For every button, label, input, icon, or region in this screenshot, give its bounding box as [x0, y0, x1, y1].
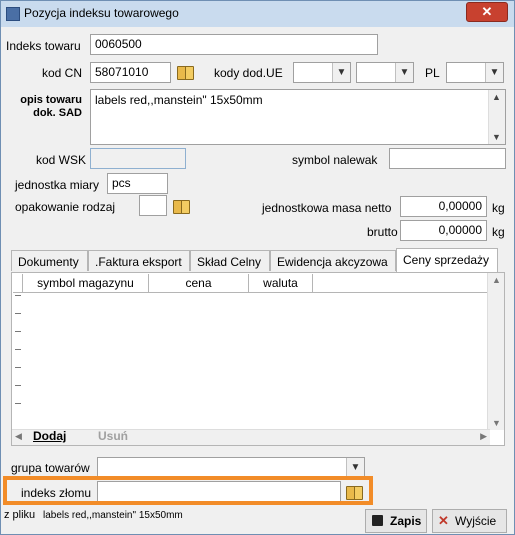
chevron-down-icon[interactable]: ▼ [346, 458, 364, 477]
grupa-towarow-select[interactable]: ▼ [97, 457, 365, 478]
opakowanie-rodzaj-input[interactable] [139, 195, 167, 216]
tab-panel-ceny-sprzedazy: symbol magazynu cena waluta ▲ ▼ ◀ ▶ [11, 272, 505, 446]
chevron-down-icon[interactable]: ▼ [395, 63, 413, 82]
usun-button[interactable]: Usuń [98, 429, 128, 443]
jednostka-miary-label: jednostka miary [15, 178, 100, 192]
chevron-down-icon[interactable]: ▼ [332, 63, 350, 82]
dialog-window: Pozycja indeksu towarowego ✕ Indeks towa… [0, 0, 515, 535]
kody-dod-ue-label: kody dod.UE [214, 66, 283, 80]
textarea-scrollbar[interactable]: ▲ ▼ [488, 90, 505, 144]
prices-grid[interactable]: symbol magazynu cena waluta [13, 274, 490, 429]
row-marker [15, 385, 21, 386]
scroll-up-icon[interactable]: ▲ [492, 92, 501, 102]
pl-select[interactable]: ▼ [446, 62, 504, 83]
tab-strip: Dokumenty .Faktura eksport Skład Celny E… [11, 248, 501, 273]
jednostka-miary-input[interactable]: pcs [107, 173, 168, 194]
row-marker [15, 367, 21, 368]
opis-towaru-textarea[interactable]: labels red,,manstein" 15x50mm ▲ ▼ [90, 89, 506, 145]
grid-header: symbol magazynu cena waluta [13, 274, 490, 293]
symbol-nalewak-label: symbol nalewak [292, 153, 378, 167]
row-markers [13, 293, 23, 429]
titlebar: Pozycja indeksu towarowego ✕ [1, 1, 514, 27]
tab-ewidencja-akcyzowa[interactable]: Ewidencja akcyzowa [270, 250, 396, 271]
chevron-down-icon[interactable]: ▼ [485, 63, 503, 82]
column-header-cena[interactable]: cena [149, 274, 249, 292]
row-marker [15, 295, 21, 296]
kod-wsk-label: kod WSK [36, 153, 87, 167]
tab-sklad-celny[interactable]: Skład Celny [190, 250, 270, 271]
row-marker [15, 313, 21, 314]
scroll-down-icon[interactable]: ▼ [492, 132, 501, 142]
kody-dod-ue-select-1[interactable]: ▼ [293, 62, 351, 83]
zapis-button[interactable]: Zapis [365, 509, 427, 533]
grid-vertical-scrollbar[interactable]: ▲ ▼ [487, 273, 504, 430]
row-marker [15, 403, 21, 404]
row-marker [15, 349, 21, 350]
z-pliku-label: z pliku [4, 509, 36, 521]
kod-wsk-input [90, 148, 186, 169]
brutto-label: brutto [367, 225, 398, 239]
book-lookup-icon[interactable] [177, 65, 194, 80]
close-button[interactable]: ✕ [466, 2, 508, 22]
wyjscie-button[interactable]: ✕ Wyjście [432, 509, 507, 533]
wyjscie-label: Wyjście [455, 514, 497, 528]
save-icon [372, 515, 383, 526]
brutto-unit: kg [492, 225, 505, 239]
masa-netto-unit: kg [492, 201, 505, 215]
zapis-label: Zapis [390, 514, 422, 528]
tab-faktura-eksport[interactable]: .Faktura eksport [88, 250, 190, 271]
scroll-right-icon[interactable]: ▶ [480, 431, 487, 442]
app-icon [6, 7, 20, 21]
masa-netto-input[interactable]: 0,00000 [400, 196, 487, 217]
grid-horizontal-scrollbar[interactable]: ◀ ▶ [12, 429, 490, 445]
column-header-waluta[interactable]: waluta [249, 274, 313, 292]
indeks-towaru-input[interactable]: 0060500 [90, 34, 378, 55]
highlight-frame [3, 476, 373, 505]
column-header-symbol-magazynu[interactable]: symbol magazynu [23, 274, 149, 292]
kody-dod-ue-select-2[interactable]: ▼ [356, 62, 414, 83]
dialog-body: Indeks towaru 0060500 kod CN 58071010 ko… [1, 27, 514, 534]
window-title: Pozycja indeksu towarowego [24, 6, 179, 20]
tab-dokumenty[interactable]: Dokumenty [11, 250, 88, 271]
book-lookup-icon[interactable] [173, 199, 190, 214]
pl-label: PL [425, 66, 440, 80]
opis-towaru-label-line1: opis towaru [20, 94, 82, 106]
grid-corner [13, 274, 23, 292]
indeks-towaru-label: Indeks towaru [6, 39, 81, 53]
scroll-down-icon[interactable]: ▼ [492, 418, 501, 428]
grupa-towarow-label: grupa towarów [11, 461, 90, 475]
symbol-nalewak-input[interactable] [389, 148, 506, 169]
close-icon: ✕ [438, 513, 449, 528]
dodaj-button[interactable]: Dodaj [33, 429, 66, 443]
opakowanie-rodzaj-label: opakowanie rodzaj [15, 200, 116, 214]
kod-cn-label: kod CN [42, 66, 83, 80]
opis-towaru-label-line2: dok. SAD [33, 107, 82, 119]
scroll-left-icon[interactable]: ◀ [15, 431, 22, 442]
row-marker [15, 331, 21, 332]
brutto-input[interactable]: 0,00000 [400, 220, 487, 241]
kod-cn-input[interactable]: 58071010 [90, 62, 171, 83]
opis-towaru-text: labels red,,manstein" 15x50mm [95, 93, 263, 107]
tab-ceny-sprzedazy[interactable]: Ceny sprzedaży [396, 248, 498, 273]
masa-netto-label: jednostkowa masa netto [262, 201, 392, 215]
scroll-up-icon[interactable]: ▲ [492, 275, 501, 285]
z-pliku-value: labels red,,manstein" 15x50mm [43, 510, 183, 521]
opis-towaru-label: opis towaru dok. SAD [15, 94, 82, 120]
